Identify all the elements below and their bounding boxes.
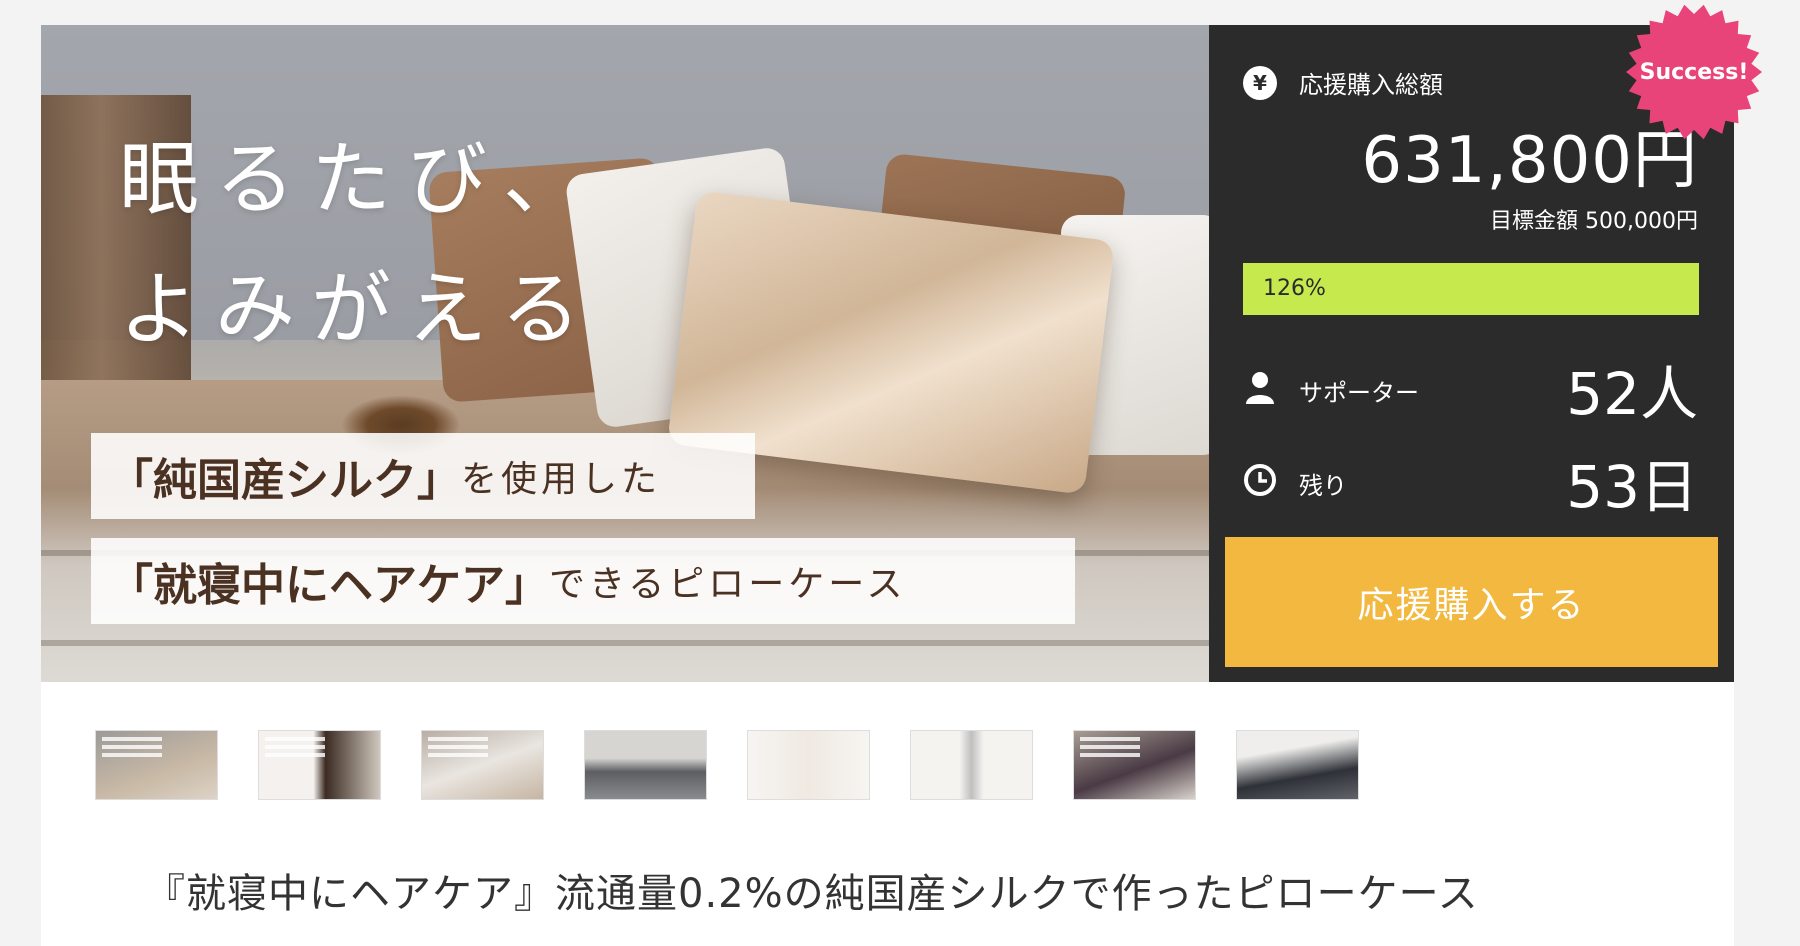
goal-amount: 目標金額 500,000円 [1490, 209, 1698, 234]
remaining-value: 53日 [1566, 453, 1698, 521]
thumbnail[interactable] [747, 730, 870, 800]
headline-line-1: 眠るたび、 [119, 133, 599, 226]
thumbnail[interactable] [584, 730, 707, 800]
banner-1-rest: を使用した [461, 459, 662, 500]
hero-headline: 眠るたび、 よみがえる [119, 115, 599, 375]
hero-image: 眠るたび、 よみがえる 「純国産シルク」 を使用した 「就寝中にヘアケア」 でき… [41, 25, 1209, 682]
supporters-value: 52人 [1566, 360, 1698, 428]
supporters-row: サポーター [1243, 370, 1419, 410]
banner-2-strong: 「就寝中にヘアケア」 [109, 560, 549, 611]
total-label-row: ¥ 応援購入総額 [1243, 65, 1443, 100]
thumbnail[interactable] [95, 730, 218, 800]
project-title: 『就寝中にヘアケア』流通量0.2%の純国産シルクで作ったピローケース [145, 871, 1479, 917]
thumbnail-strip [95, 730, 1359, 800]
clock-icon [1243, 463, 1277, 503]
yen-icon: ¥ [1243, 65, 1277, 100]
progress-bar: 126% [1243, 263, 1699, 315]
thumbnail[interactable] [910, 730, 1033, 800]
thumbnail-caption [1080, 737, 1140, 741]
hero-banner-2: 「就寝中にヘアケア」 できるピローケース [91, 538, 1075, 624]
hero-banner-1: 「純国産シルク」 を使用した [91, 433, 755, 519]
thumbnail-caption [102, 737, 162, 741]
thumbnail[interactable] [1073, 730, 1196, 800]
thumbnail[interactable] [1236, 730, 1359, 800]
person-icon [1243, 370, 1277, 410]
bed-stripe [41, 640, 1209, 646]
headline-line-2: よみがえる [119, 263, 597, 356]
thumbnail[interactable] [421, 730, 544, 800]
remaining-row: 残り [1243, 463, 1347, 503]
thumbnail-caption [428, 737, 488, 741]
thumbnail-caption [265, 737, 325, 741]
success-badge: Success! [1624, 2, 1764, 142]
supporters-label: サポーター [1299, 378, 1419, 407]
thumbnail[interactable] [258, 730, 381, 800]
project-card: 眠るたび、 よみがえる 「純国産シルク」 を使用した 「就寝中にヘアケア」 でき… [41, 25, 1734, 946]
support-purchase-button[interactable]: 応援購入する [1225, 537, 1718, 667]
total-label: 応援購入総額 [1299, 71, 1443, 99]
remaining-label: 残り [1299, 471, 1347, 500]
progress-percent: 126% [1263, 276, 1326, 301]
banner-2-rest: できるピローケース [549, 564, 907, 605]
banner-1-strong: 「純国産シルク」 [109, 455, 461, 506]
success-badge-text: Success! [1639, 59, 1749, 85]
